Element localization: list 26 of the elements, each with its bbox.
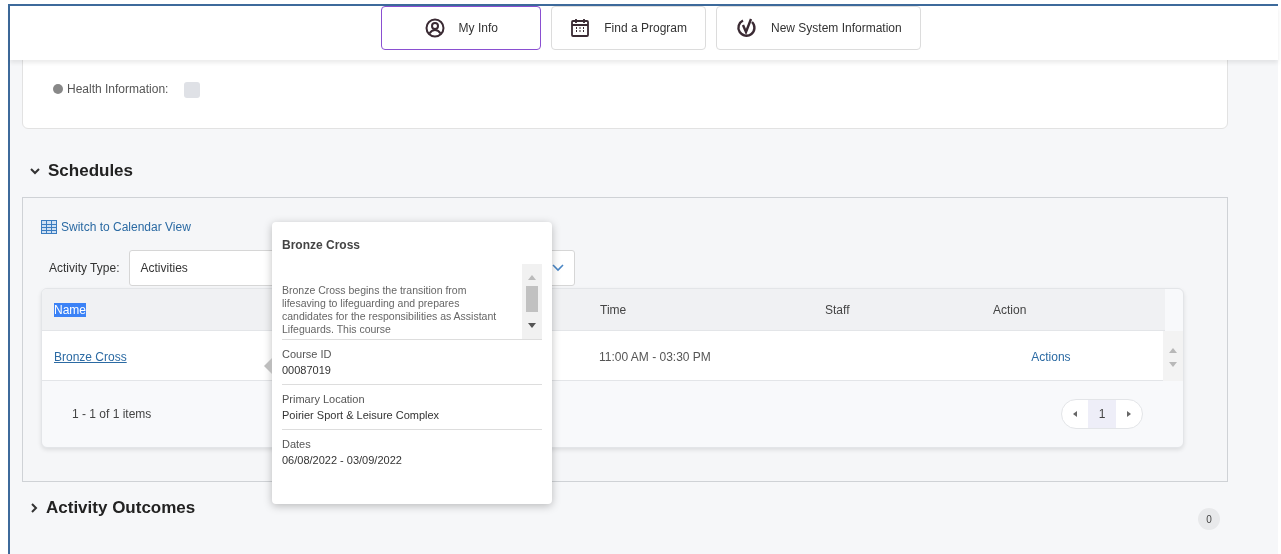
field-label: Activity Type: (49, 260, 120, 277)
table-cell: 11:00 AM - 03:30 PM (599, 349, 711, 364)
column-header[interactable]: Name (54, 302, 86, 317)
activity-link[interactable]: Bronze Cross (54, 349, 127, 364)
field-label: Health Information: (67, 81, 169, 98)
section-heading: Activity Outcomes (46, 497, 196, 520)
field-label: Dates (282, 437, 312, 452)
actions-link[interactable]: Actions (1031, 349, 1071, 364)
nav-button[interactable]: Find a Program (551, 6, 706, 50)
column-header[interactable]: Time (600, 302, 627, 317)
field-value: 06/08/2022 - 03/09/2022 (282, 453, 403, 468)
description-text: Bronze Cross begins the transition from lifesaving to lifeguarding and prepares candidates for the responsibilities as Assistant Lifeguards. This course (282, 283, 498, 337)
nav-button[interactable]: My Info (381, 6, 542, 50)
field-value: Poirier Sport & Leisure Complex (282, 408, 441, 423)
pager-summary: 1 - 1 of 1 items (72, 406, 152, 423)
page-button[interactable]: 1 (1088, 400, 1116, 428)
column-header[interactable]: Staff (825, 302, 850, 317)
field-value: 00087019 (282, 363, 332, 378)
section-heading: Schedules (48, 160, 134, 183)
field-label: Course ID (282, 347, 333, 362)
nav-button[interactable]: New System Information (716, 6, 921, 50)
tooltip-title: Bronze Cross (282, 237, 362, 254)
field-label: Primary Location (282, 392, 366, 407)
column-header[interactable]: Action (993, 302, 1027, 317)
calendar-view-link[interactable]: Switch to Calendar View (41, 218, 191, 236)
count-badge: 0 (1198, 508, 1220, 530)
